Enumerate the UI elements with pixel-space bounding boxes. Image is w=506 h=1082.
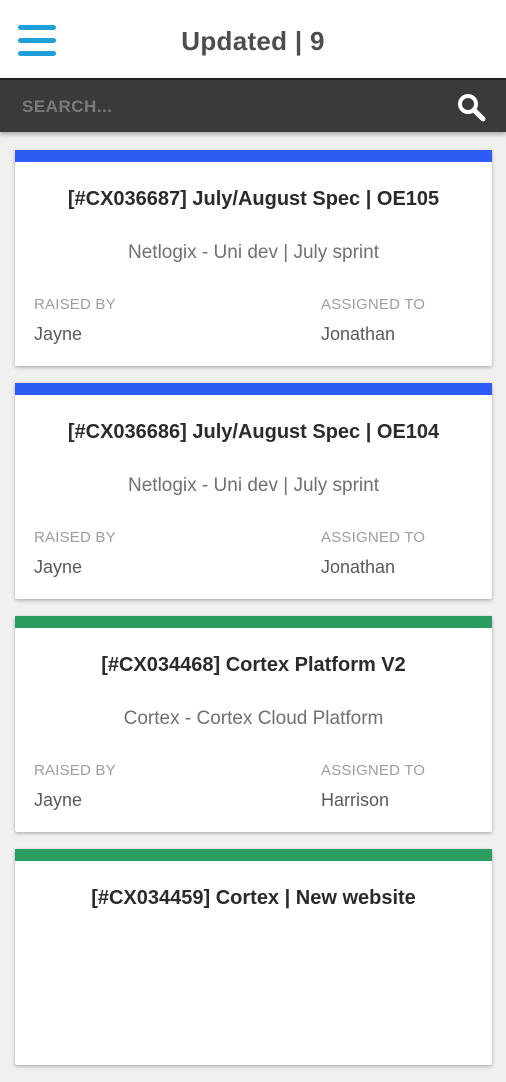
ticket-card[interactable]: [#CX036687] July/August Spec | OE105 Net…: [15, 150, 492, 366]
assigned-to-value: Harrison: [321, 790, 390, 810]
ticket-project: Cortex - Cortex Cloud Platform: [123, 708, 384, 729]
ticket-card[interactable]: [#CX034468] Cortex Platform V2 Cortex - …: [15, 616, 492, 832]
ticket-title: [#CX034459] Cortex | New website: [91, 887, 416, 909]
raised-by-value: Jayne: [34, 324, 83, 344]
raised-by-label: RAISED BY: [34, 529, 116, 546]
ticket-title: [#CX034468] Cortex Platform V2: [101, 654, 406, 676]
ticket-title: [#CX036686] July/August Spec | OE104: [67, 421, 440, 443]
status-stripe: [15, 849, 492, 861]
ticket-project: Netlogix - Uni dev | July sprint: [128, 475, 379, 496]
assigned-to-value: Jonathan: [321, 557, 396, 577]
ticket-list: [#CX036687] July/August Spec | OE105 Net…: [15, 150, 492, 1082]
ticket-project: Netlogix - Uni dev | July sprint: [128, 242, 379, 263]
raised-by-value: Jayne: [34, 790, 83, 810]
ticket-card[interactable]: [#CX036686] July/August Spec | OE104 Net…: [15, 383, 492, 599]
search-icon[interactable]: [456, 92, 486, 122]
ticket-title: [#CX036687] July/August Spec | OE105: [67, 188, 440, 210]
raised-by-label: RAISED BY: [34, 762, 116, 779]
assigned-to-label: ASSIGNED TO: [321, 296, 426, 313]
assigned-to-label: ASSIGNED TO: [321, 529, 426, 546]
ticket-card[interactable]: [#CX034459] Cortex | New website: [15, 849, 492, 1065]
assigned-to-label: ASSIGNED TO: [321, 762, 426, 779]
search-bar: [0, 78, 506, 132]
raised-by-value: Jayne: [34, 557, 83, 577]
status-stripe: [15, 616, 492, 628]
assigned-to-value: Jonathan: [321, 324, 396, 344]
page-title: Updated | 9: [181, 26, 325, 56]
search-input[interactable]: [20, 92, 424, 122]
raised-by-label: RAISED BY: [34, 296, 116, 313]
top-bar: Updated | 9: [0, 0, 506, 78]
status-stripe: [15, 383, 492, 395]
status-stripe: [15, 150, 492, 162]
